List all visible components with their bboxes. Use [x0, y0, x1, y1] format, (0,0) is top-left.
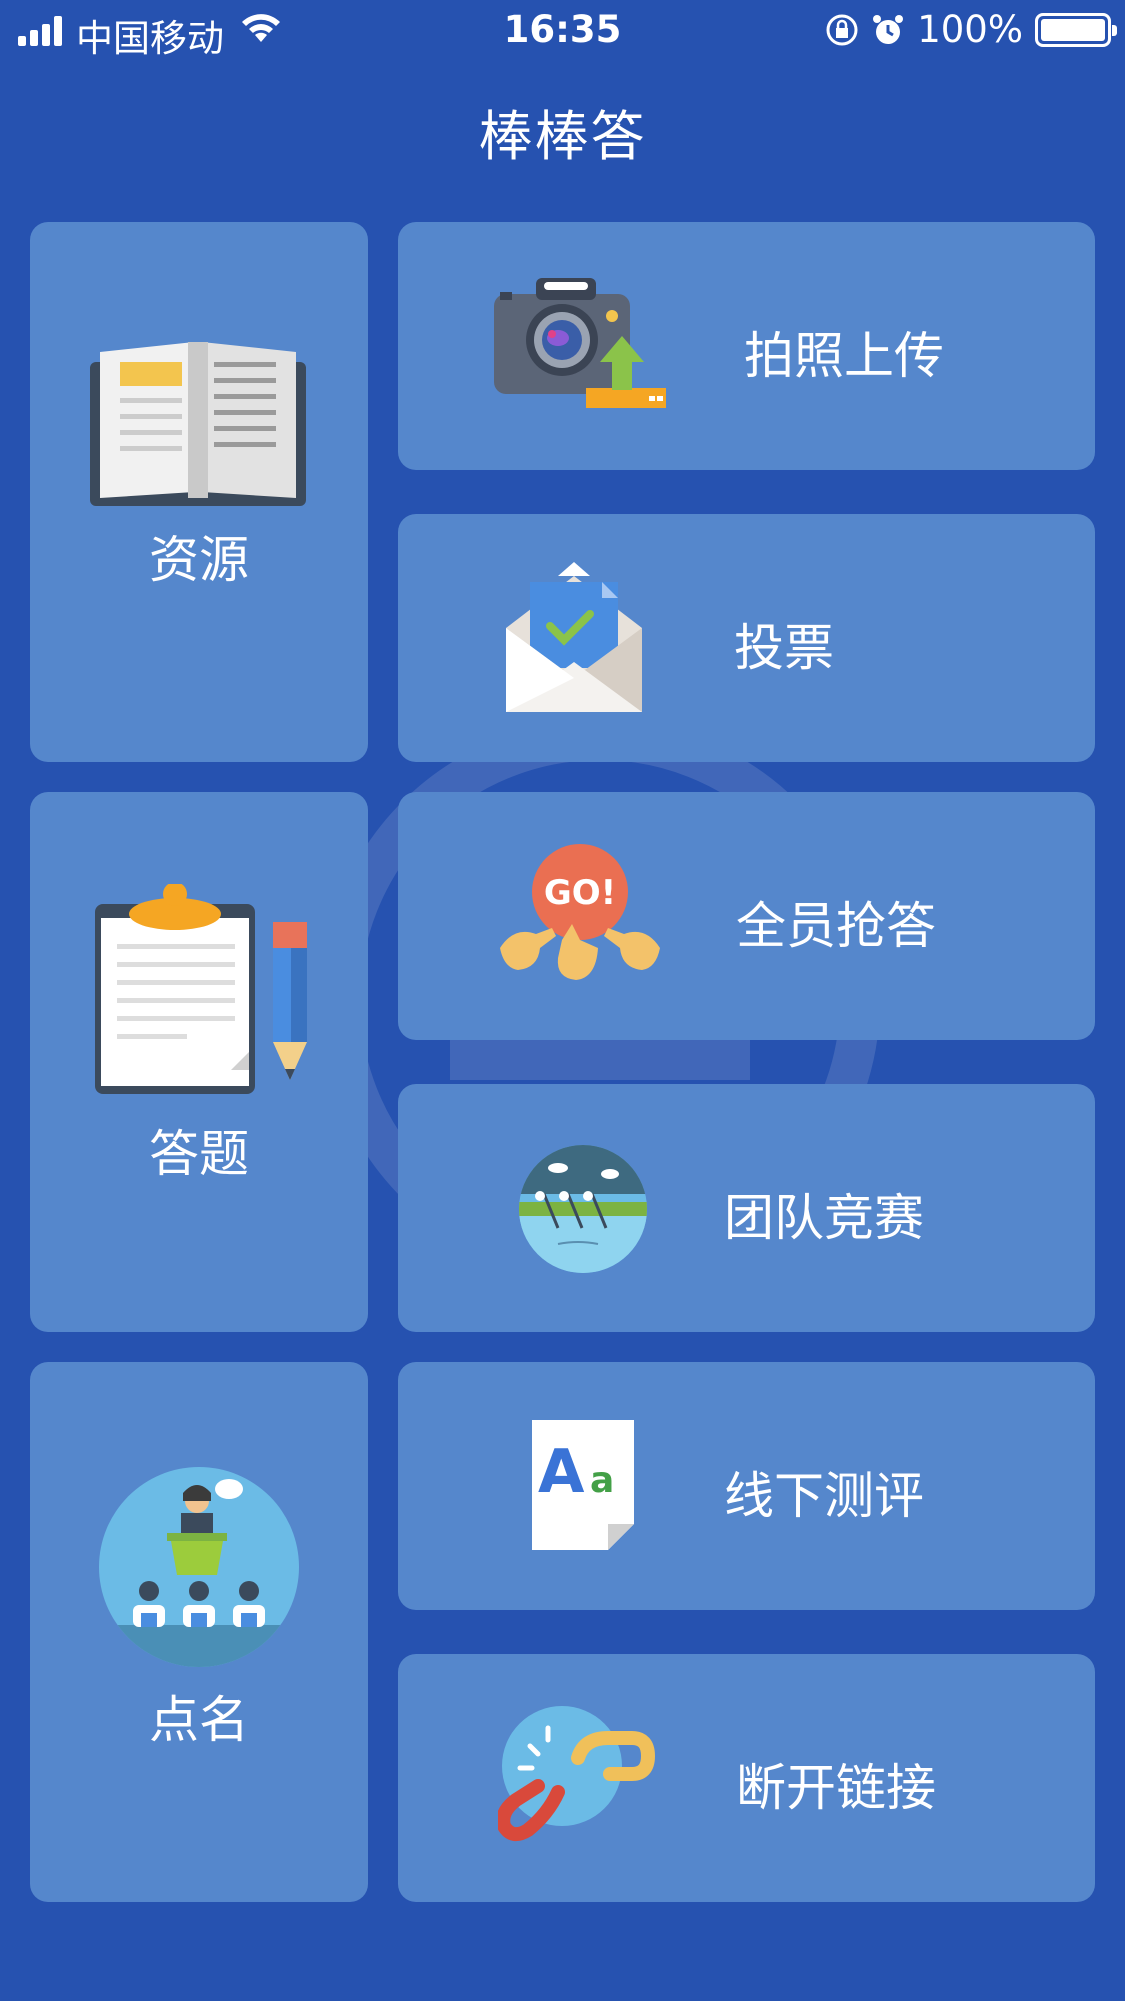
tile-roll-call[interactable]: 点名 — [30, 1362, 368, 1902]
tile-disconnect[interactable]: 断开链接 — [398, 1654, 1095, 1902]
rotation-lock-icon — [826, 14, 858, 45]
vote-envelope-icon — [506, 562, 642, 712]
status-bar: 中国移动 16:35 100% — [0, 0, 1125, 62]
tile-roll-call-label: 点名 — [149, 1691, 249, 1749]
svg-text:a: a — [590, 1460, 614, 1501]
tile-offline-test-label: 线下测评 — [724, 1467, 924, 1525]
tile-disconnect-label: 断开链接 — [736, 1759, 936, 1817]
clipboard-pencil-icon — [95, 884, 307, 1094]
tile-resources[interactable]: 资源 — [30, 222, 368, 762]
tile-quick-answer-label: 全员抢答 — [736, 897, 936, 955]
tile-offline-test[interactable]: A a 线下测评 — [398, 1362, 1095, 1610]
tile-team-contest[interactable]: 团队竞赛 — [398, 1084, 1095, 1332]
camera-upload-icon — [494, 278, 666, 408]
tile-photo-upload-label: 拍照上传 — [744, 327, 944, 385]
tile-answer[interactable]: 答题 — [30, 792, 368, 1332]
tile-vote-label: 投票 — [734, 619, 834, 677]
document-aa-icon: A a — [532, 1420, 634, 1550]
book-icon — [90, 342, 306, 506]
page-title: 棒棒答 — [478, 105, 647, 168]
tile-answer-label: 答题 — [149, 1125, 249, 1183]
classroom-roll-call-icon — [99, 1467, 299, 1667]
tile-photo-upload[interactable]: 拍照上传 — [398, 222, 1095, 470]
tile-resources-label: 资源 — [149, 531, 249, 589]
tile-quick-answer[interactable]: GO! 全员抢答 — [398, 792, 1095, 1040]
broken-link-icon — [498, 1706, 656, 1842]
svg-text:A: A — [538, 1437, 585, 1507]
alarm-icon — [873, 14, 904, 44]
tile-team-contest-label: 团队竞赛 — [724, 1189, 924, 1247]
go-buzzer-icon: GO! — [500, 844, 660, 980]
battery-percent: 100% — [917, 8, 1023, 51]
tile-vote[interactable]: 投票 — [398, 514, 1095, 762]
battery-icon — [1035, 12, 1117, 47]
svg-text:GO!: GO! — [544, 873, 616, 913]
rowing-team-icon — [519, 1145, 647, 1273]
